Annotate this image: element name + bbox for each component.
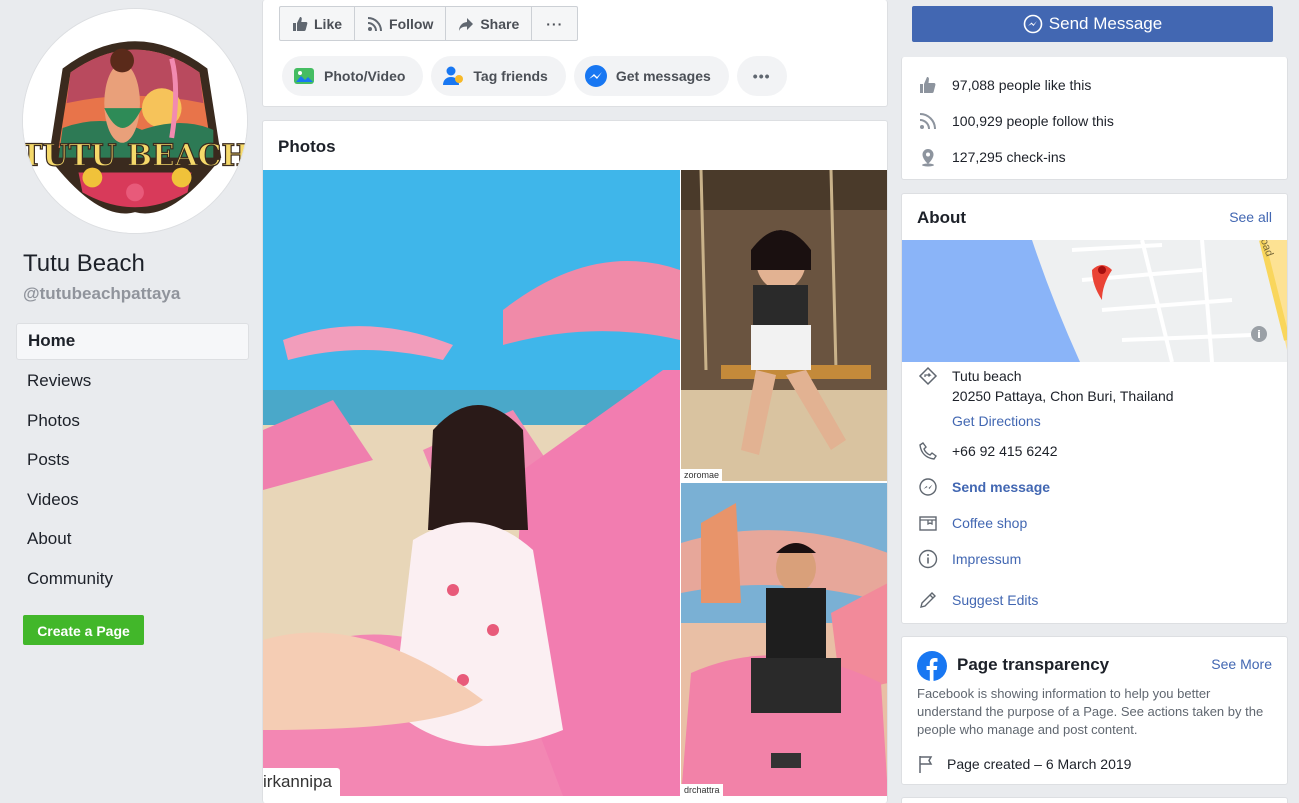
photo-icon (294, 68, 314, 84)
share-button[interactable]: Share (446, 7, 533, 40)
rss-icon (367, 16, 383, 31)
location-map[interactable]: i Road (902, 240, 1287, 362)
messenger-icon (919, 478, 937, 496)
photos-card: Photos irkannipa zoromae drchattra (262, 120, 888, 803)
page-created-text: Page created – 6 March 2019 (947, 756, 1132, 772)
get-messages-button[interactable]: Get messages (573, 56, 729, 96)
page-handle[interactable]: @tutubeachpattaya (23, 284, 180, 304)
phone-icon (919, 442, 937, 460)
share-label: Share (480, 15, 520, 32)
page-transparency-card: Page transparency See More Facebook is s… (901, 636, 1288, 785)
photo-1-image (263, 170, 680, 796)
follow-label: Follow (389, 15, 434, 32)
get-messages-label: Get messages (615, 68, 711, 84)
messenger-icon (1023, 14, 1043, 34)
composer-actions: Photo/Video Tag friends Get messages ••• (282, 56, 787, 96)
follows-stat: 100,929 people follow this (918, 111, 1114, 131)
transparency-description: Facebook is showing information to help … (917, 686, 1264, 737)
svg-text:i: i (1257, 328, 1261, 341)
left-column: TUTU BEACH Tutu Beach @tutubeachpattaya … (0, 0, 262, 803)
photo-2-image (681, 170, 887, 481)
suggest-edits-row: Suggest Edits (918, 590, 1038, 610)
suggest-edits-link[interactable]: Suggest Edits (952, 590, 1038, 610)
follows-text: 100,929 people follow this (952, 113, 1114, 129)
svg-text:TUTU BEACH: TUTU BEACH (23, 139, 247, 174)
tag-friends-label: Tag friends (473, 68, 548, 84)
tag-friends-icon (443, 66, 464, 85)
see-more-link[interactable]: See More (1211, 656, 1272, 672)
nav-item-community[interactable]: Community (16, 561, 249, 601)
get-directions-link[interactable]: Get Directions (952, 411, 1174, 431)
category-row: Coffee shop (918, 513, 1027, 533)
nav-item-posts[interactable]: Posts (16, 442, 249, 482)
address-line-1: Tutu beach (952, 368, 1022, 384)
photo-3[interactable]: drchattra (681, 483, 887, 796)
location-pin-icon (922, 149, 934, 167)
about-title: About (917, 208, 967, 227)
category-tag-icon (919, 516, 937, 531)
address-line-2: 20250 Pattaya, Chon Buri, Thailand (952, 388, 1174, 404)
category-link[interactable]: Coffee shop (952, 513, 1027, 533)
nav-item-videos[interactable]: Videos (16, 482, 249, 522)
send-message-row: Send message (918, 477, 1050, 497)
nav-item-reviews[interactable]: Reviews (16, 363, 249, 403)
next-card-edge (901, 797, 1288, 803)
nav-item-photos[interactable]: Photos (16, 403, 249, 443)
directions-icon (918, 366, 938, 386)
photo-1-credit: irkannipa (263, 768, 340, 796)
page-nav: Home Reviews Photos Posts Videos About C… (16, 323, 249, 600)
checkins-stat: 127,295 check-ins (918, 147, 1066, 167)
create-page-button[interactable]: Create a Page (23, 615, 144, 645)
photo-video-label: Photo/Video (324, 68, 406, 84)
phone-number[interactable]: +66 92 415 6242 (952, 441, 1058, 461)
facebook-logo-icon (917, 651, 947, 681)
send-message-label: Send Message (1048, 14, 1163, 33)
more-actions-button[interactable]: ··· (532, 7, 577, 40)
transparency-title: Page transparency (957, 655, 1110, 674)
messenger-icon (584, 65, 607, 87)
page-name[interactable]: Tutu Beach (23, 250, 145, 278)
checkins-text: 127,295 check-ins (952, 149, 1066, 165)
photo-3-credit: drchattra (681, 784, 723, 796)
photo-1[interactable]: irkannipa (263, 170, 680, 796)
info-icon (918, 549, 938, 569)
photo-video-button[interactable]: Photo/Video (282, 56, 424, 96)
page-created-row: Page created – 6 March 2019 (917, 754, 1131, 774)
profile-picture[interactable]: TUTU BEACH (22, 8, 248, 234)
send-message-link[interactable]: Send message (952, 477, 1050, 497)
like-label: Like (314, 15, 343, 32)
likes-stat: 97,088 people like this (918, 75, 1091, 95)
photos-title[interactable]: Photos (278, 137, 336, 157)
photo-2[interactable]: zoromae (681, 170, 887, 481)
photo-3-image (681, 483, 887, 796)
composer-more-button[interactable]: ••• (736, 56, 787, 96)
impressum-link[interactable]: Impressum (952, 549, 1021, 569)
tutu-beach-logo: TUTU BEACH (23, 9, 247, 233)
follow-button[interactable]: Follow (355, 7, 447, 40)
thumbs-up-icon (293, 16, 308, 31)
flag-icon (919, 756, 933, 773)
nav-item-about[interactable]: About (16, 521, 249, 561)
phone-row: +66 92 415 6242 (918, 441, 1058, 461)
share-arrow-icon (459, 17, 474, 31)
pencil-icon (920, 592, 936, 608)
impressum-row: Impressum (918, 549, 1021, 569)
nav-item-home[interactable]: Home (16, 323, 249, 360)
tag-friends-button[interactable]: Tag friends (431, 56, 566, 96)
map-image: i (902, 240, 1287, 362)
like-button[interactable]: Like (280, 7, 356, 40)
send-message-button[interactable]: Send Message (912, 6, 1273, 42)
likes-text: 97,088 people like this (952, 77, 1092, 93)
page-actions: Like Follow Share ··· (279, 6, 579, 41)
about-card: About See all i Road Tutu beach 20250 Pa… (901, 193, 1288, 624)
community-stats-card: 97,088 people like this 100,929 people f… (901, 57, 1288, 180)
rss-icon (919, 113, 936, 130)
see-all-link[interactable]: See all (1229, 209, 1272, 225)
photo-2-credit: zoromae (681, 469, 723, 481)
address-row: Tutu beach 20250 Pattaya, Chon Buri, Tha… (918, 366, 1174, 431)
page-action-bar: Like Follow Share ··· Photo/Video Tag fr… (262, 0, 888, 107)
thumbs-up-icon (920, 77, 936, 93)
